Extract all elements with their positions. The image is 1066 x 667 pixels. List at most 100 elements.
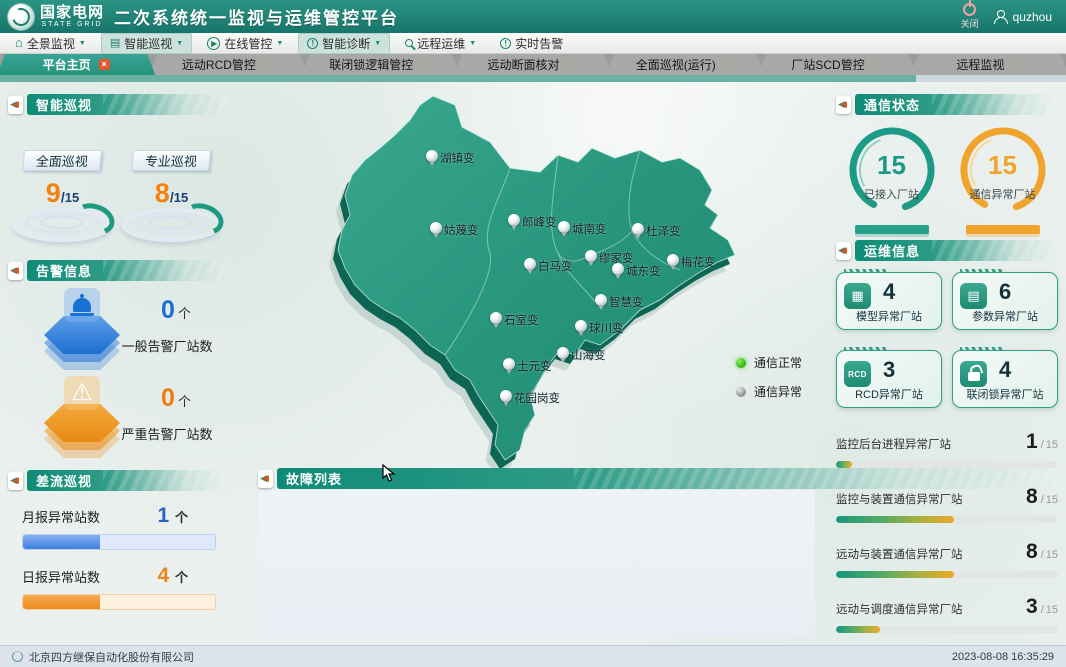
diff-monthly-row: 月报异常站数 1 个 — [8, 504, 226, 550]
station-pin[interactable]: 湖镇变 — [426, 150, 439, 167]
progress-label: 远动与装置通信异常厂站 — [836, 546, 963, 562]
menu-item-realtime-alarm[interactable]: 实时告警 — [491, 33, 572, 54]
mouse-cursor — [382, 464, 396, 482]
tab-label: 平台主页 — [43, 56, 91, 73]
station-pin[interactable]: 球川变 — [575, 320, 588, 337]
station-pin[interactable]: 土元变 — [503, 358, 516, 375]
top-header: 国家电网 STATE GRID 二次系统统一监视与运维管控平台 关闭 quzho… — [0, 0, 1066, 33]
map-shape — [240, 88, 820, 470]
user-icon — [993, 10, 1008, 24]
close-tab-icon[interactable] — [421, 59, 432, 70]
menu-label: 远程运维 — [417, 35, 465, 52]
station-pin[interactable]: 白马变 — [524, 258, 537, 275]
station-pin[interactable]: 花园岗变 — [500, 390, 513, 407]
station-label: 山海变 — [571, 347, 606, 363]
card-interlock-error: 4 联闭锁异常厂站 — [952, 350, 1058, 408]
station-pin[interactable]: 郎峰变 — [508, 214, 521, 231]
station-pin[interactable]: 智慧变 — [595, 294, 608, 311]
menu-item-remote-ops[interactable]: 远程运维 — [396, 33, 485, 54]
count-value: 0 — [161, 296, 175, 324]
menu-item-diagnosis[interactable]: 智能诊断 — [298, 33, 390, 54]
station-pin[interactable]: 城东变 — [612, 263, 625, 280]
patrol-gauges: 全面巡视 9/15 专业巡视 8/15 — [8, 142, 226, 242]
ring-connected: 15 已接入厂站 — [842, 124, 942, 236]
fault-list-body[interactable] — [258, 490, 815, 638]
menu-item-smart-patrol[interactable]: 智能巡视 — [101, 33, 192, 54]
gauge-pro-patrol: 专业巡视 8/15 — [120, 142, 224, 242]
count-unit: 个 — [178, 306, 191, 321]
station-pin[interactable]: 山海变 — [557, 347, 570, 364]
station-pin[interactable]: 姑蔑变 — [430, 222, 443, 239]
ring-comm-error: 15 通信异常厂站 — [953, 124, 1053, 236]
station-pin[interactable]: 梅花变 — [667, 254, 680, 271]
progress-value: 1 — [1026, 430, 1038, 454]
tab-interlock-logic[interactable]: 联闭锁逻辑管控 — [302, 54, 460, 75]
header-actions: 关闭 quzhou — [961, 3, 1066, 30]
station-pin[interactable]: 石室变 — [490, 312, 503, 329]
ops-cards: ▦ 4 模型异常厂站 ▤ 6 参数异常厂站 RCD 3 RCD异常厂站 4 联闭… — [836, 272, 1058, 408]
gauge-label: 全面巡视 — [21, 150, 101, 171]
chevron-down-icon — [469, 40, 476, 47]
tab-full-patrol[interactable]: 全面巡视(运行) — [606, 54, 764, 75]
close-tab-icon[interactable] — [567, 59, 578, 70]
menu-label: 智能诊断 — [322, 35, 370, 52]
gauge-full-patrol: 全面巡视 9/15 — [11, 142, 115, 242]
close-tab-icon[interactable] — [1012, 59, 1023, 70]
tab-platform-home[interactable]: 平台主页 — [0, 54, 155, 75]
menu-item-panorama[interactable]: 全景监视 — [6, 33, 95, 54]
tab-remote-rcd[interactable]: 远动RCD管控 — [149, 54, 307, 75]
logo-subtitle: STATE GRID — [40, 21, 104, 28]
station-pin[interactable]: 城南变 — [558, 221, 571, 238]
close-button[interactable]: 关闭 — [961, 3, 979, 30]
close-tab-icon[interactable] — [99, 59, 110, 70]
tab-label: 厂站SCD管控 — [791, 56, 864, 73]
tab-label: 全面巡视(运行) — [636, 56, 716, 73]
tab-scd-manage[interactable]: 厂站SCD管控 — [758, 54, 916, 75]
progress-row-remote-dispatch: 远动与调度通信异常厂站 3 / 15 — [836, 595, 1058, 633]
section-title: 运维信息 — [855, 240, 1058, 261]
tab-label: 远程监视 — [956, 56, 1004, 73]
alert-icon — [500, 38, 511, 49]
close-tab-icon[interactable] — [873, 59, 884, 70]
tab-remote-monitor[interactable]: 远程监视 — [911, 54, 1066, 75]
section-diff-patrol: 差流巡视 — [8, 470, 226, 491]
menu-label: 实时告警 — [515, 35, 563, 52]
card-params-error: ▤ 6 参数异常厂站 — [952, 272, 1058, 330]
comm-bad-dot-icon — [736, 387, 746, 397]
progress-label: 远动与调度通信异常厂站 — [836, 601, 963, 617]
close-tab-icon[interactable] — [724, 59, 735, 70]
progress-total: 15 — [1046, 494, 1058, 506]
tab-section-check[interactable]: 远动断面核对 — [454, 54, 612, 75]
diff-progress-bar — [22, 594, 216, 610]
section-alarm-info: 告警信息 — [8, 260, 226, 281]
menu-item-online-control[interactable]: 在线管控 — [198, 33, 292, 54]
progress-total: 15 — [1046, 439, 1058, 451]
chevron-down-icon — [374, 40, 381, 47]
progress-label: 监控后台进程异常厂站 — [836, 436, 951, 452]
alarm-normal-row: 0个 一般告警厂站数 — [8, 284, 226, 370]
station-pin[interactable]: 杜泽变 — [632, 223, 645, 240]
progress-row-remote-device: 远动与装置通信异常厂站 8 / 15 — [836, 540, 1058, 578]
section-arrow-icon — [8, 472, 23, 490]
legend-comm-ok: 通信正常 — [736, 354, 802, 371]
section-title: 智能巡视 — [27, 94, 226, 115]
dashboard-root: 国家电网 STATE GRID 二次系统统一监视与运维管控平台 关闭 quzho… — [0, 0, 1066, 667]
card-value: 6 — [999, 279, 1011, 305]
company-name: 北京四方继保自动化股份有限公司 — [29, 649, 194, 665]
progress-value: 3 — [1026, 595, 1038, 619]
ring-pedestal — [966, 225, 1040, 234]
slash: / — [1041, 604, 1044, 616]
chevron-down-icon — [79, 40, 86, 47]
card-value: 4 — [999, 357, 1011, 383]
gauge-value: 8/15 — [120, 178, 224, 209]
progress-row-monitor-device: 监控与装置通信异常厂站 8 / 15 — [836, 485, 1058, 523]
user-menu[interactable]: quzhou — [993, 10, 1052, 24]
chevron-down-icon — [176, 40, 183, 47]
station-pin[interactable]: 缪家变 — [585, 250, 598, 267]
menu-label: 全景监视 — [27, 35, 75, 52]
close-tab-icon[interactable] — [264, 59, 275, 70]
section-title: 告警信息 — [27, 260, 226, 281]
alarm-count: 0个 — [126, 384, 226, 413]
logo-title: 国家电网 — [40, 5, 104, 21]
ring-label: 通信异常厂站 — [953, 186, 1053, 202]
